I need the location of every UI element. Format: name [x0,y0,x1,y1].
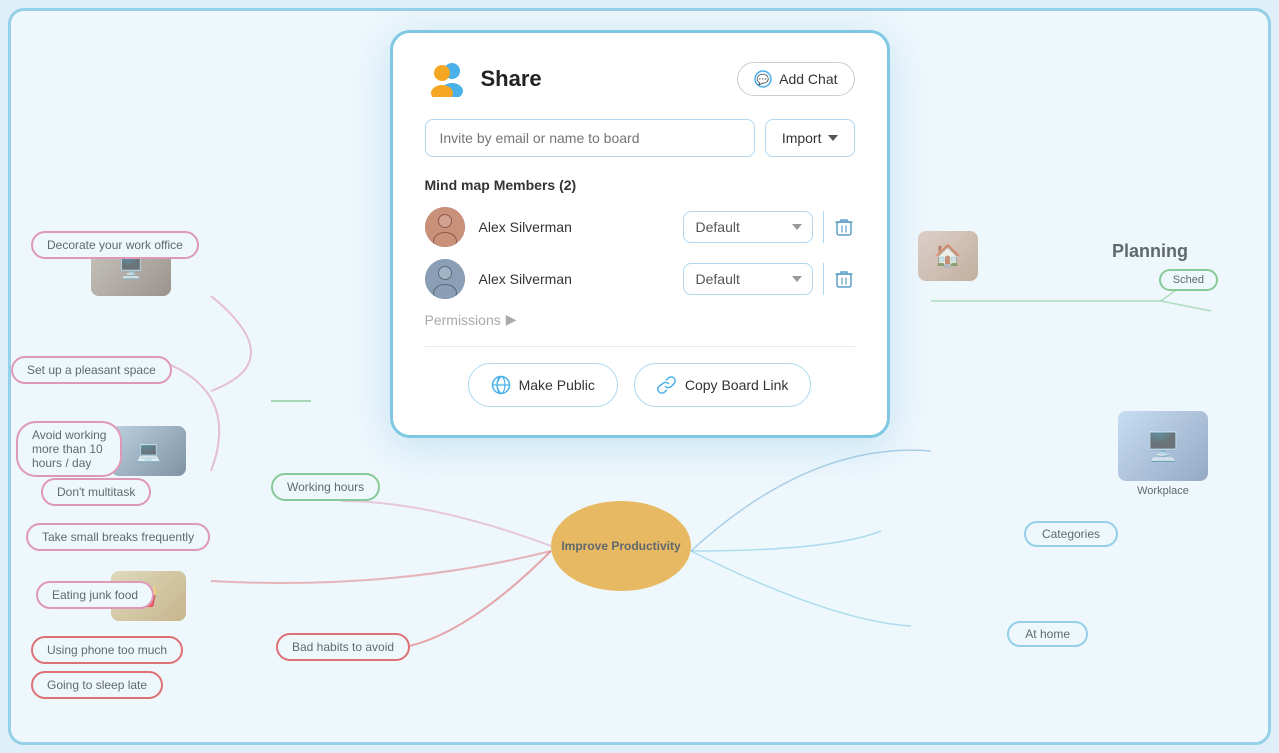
chevron-right-icon: ▶ [506,311,517,328]
permissions-row: Permissions ▶ [425,311,855,328]
share-people-icon [425,61,469,97]
modal-backdrop: Share 💬 Add Chat Import Mind map [0,0,1279,753]
chevron-down-icon [828,135,838,141]
trash-icon [835,269,853,289]
avatar [425,259,465,299]
trash-icon [835,217,853,237]
copy-board-link-button[interactable]: Copy Board Link [634,363,812,407]
action-buttons: Make Public Copy Board Link [425,363,855,407]
delete-member-button[interactable] [823,263,855,295]
add-chat-button[interactable]: 💬 Add Chat [737,62,854,96]
delete-member-button[interactable] [823,211,855,243]
invite-input[interactable] [425,119,755,157]
table-row: Alex Silverman Default Admin Viewer [425,207,855,247]
member-controls: Default Admin Viewer [674,211,855,243]
modal-header: Share 💬 Add Chat [425,61,855,97]
import-button[interactable]: Import [765,119,855,157]
role-select[interactable]: Default Admin Viewer [683,263,813,295]
member-controls: Default Admin Viewer [674,263,855,295]
globe-icon [491,375,511,395]
members-heading: Mind map Members (2) [425,177,855,193]
modal-title-group: Share [425,61,542,97]
make-public-button[interactable]: Make Public [468,363,618,407]
table-row: Alex Silverman Default Admin Viewer [425,259,855,299]
share-modal: Share 💬 Add Chat Import Mind map [390,30,890,438]
avatar [425,207,465,247]
svg-text:💬: 💬 [757,73,770,86]
member-name: Alex Silverman [479,219,660,235]
member-name: Alex Silverman [479,271,660,287]
permissions-link[interactable]: Permissions ▶ [425,311,855,328]
chat-icon: 💬 [754,70,772,88]
invite-row: Import [425,119,855,157]
role-select[interactable]: Default Admin Viewer [683,211,813,243]
link-icon [657,375,677,395]
modal-title: Share [481,66,542,92]
divider [425,346,855,347]
